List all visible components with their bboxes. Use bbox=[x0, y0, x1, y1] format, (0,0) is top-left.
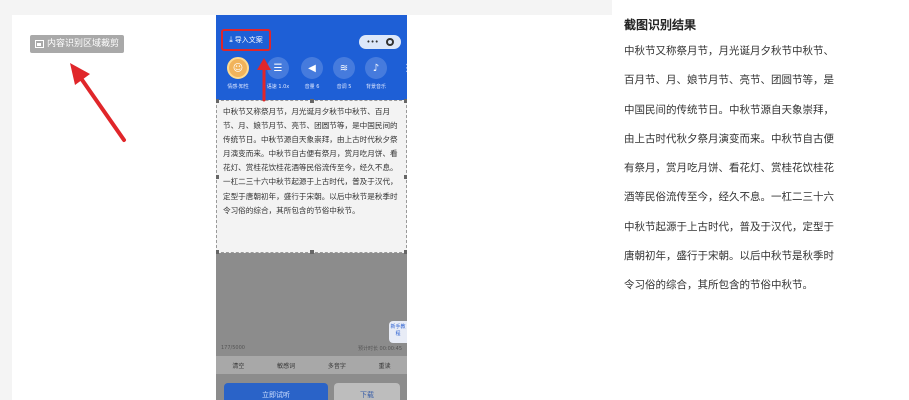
result-text: 中秋节又称祭月节，月光诞月夕秋节中秋节、百月节、月、娘节月节、亮节、团圆节等，是… bbox=[624, 45, 834, 292]
tool-label: 情感·知性 bbox=[227, 84, 249, 90]
tool-label: 语速 1.0x bbox=[266, 84, 290, 90]
resize-handle[interactable] bbox=[404, 99, 407, 103]
result-title: 截图识别结果 bbox=[624, 18, 697, 32]
download-button[interactable]: 下载 bbox=[334, 383, 400, 400]
selected-text: 中秋节又称祭月节，月光诞月夕秋节中秋节、百月节、月、娘节月节、亮节、团圆节等，是… bbox=[223, 107, 398, 215]
polyphone-button[interactable]: 多音字 bbox=[328, 361, 346, 370]
music-note-icon: ♪ bbox=[365, 57, 387, 79]
phone-screenshot: ⤓ 导入文案 ••• ☺ 情感·知性 ☰ 语速 1.0x ◀ 音量 6 ≋ 音调… bbox=[216, 15, 407, 400]
more-vertical-icon: ⋮ bbox=[402, 62, 407, 74]
miniapp-capsule[interactable]: ••• bbox=[359, 35, 401, 49]
resize-handle[interactable] bbox=[404, 175, 407, 179]
image-icon bbox=[35, 40, 44, 48]
sensitive-words-button[interactable]: 敏感词 bbox=[277, 361, 295, 370]
avatar-icon: ☺ bbox=[227, 57, 249, 79]
speaker-icon: ◀ bbox=[301, 57, 323, 79]
resize-handle[interactable] bbox=[216, 175, 219, 179]
crop-selection-box[interactable]: 中秋节又称祭月节，月光诞月夕秋节中秋节、百月节、月、娘节月节、亮节、团圆节等，是… bbox=[216, 99, 407, 254]
tool-more[interactable]: ⋮ bbox=[396, 57, 407, 79]
more-dots-icon: ••• bbox=[366, 38, 379, 46]
beginner-guide-tab[interactable]: 新手教程 bbox=[389, 321, 407, 343]
listen-now-button[interactable]: 立即试听 bbox=[224, 383, 328, 400]
import-text-button[interactable]: ⤓ 导入文案 bbox=[221, 29, 271, 51]
edit-actions: 清空 敏感词 多音字 重读 bbox=[216, 356, 407, 374]
tool-voice[interactable]: ☺ 情感·知性 bbox=[222, 57, 254, 90]
close-ring-icon bbox=[385, 38, 394, 46]
tool-label: 音调 5 bbox=[336, 84, 352, 90]
resize-handle[interactable] bbox=[310, 99, 314, 103]
char-counter: 177/5000 bbox=[221, 345, 245, 351]
download-icon: ⤓ bbox=[229, 35, 233, 44]
tool-speed[interactable]: ☰ 语速 1.0x bbox=[262, 57, 294, 90]
tool-pitch[interactable]: ≋ 音调 5 bbox=[328, 57, 360, 90]
estimated-duration: 预计时长 00:00:45 bbox=[357, 346, 402, 352]
waveform-icon: ≋ bbox=[333, 57, 355, 79]
resize-handle[interactable] bbox=[216, 250, 219, 254]
tool-label: 背景音乐 bbox=[365, 84, 386, 90]
reread-button[interactable]: 重读 bbox=[379, 361, 391, 370]
phone-toolbar: ⤓ 导入文案 ••• ☺ 情感·知性 ☰ 语速 1.0x ◀ 音量 6 ≋ 音调… bbox=[216, 15, 407, 101]
resize-handle[interactable] bbox=[404, 250, 407, 254]
crop-region-badge[interactable]: 内容识别区域裁剪 bbox=[30, 35, 125, 53]
tool-music[interactable]: ♪ 背景音乐 bbox=[360, 57, 392, 90]
resize-handle[interactable] bbox=[310, 250, 314, 254]
clear-button[interactable]: 清空 bbox=[232, 361, 244, 370]
tool-volume[interactable]: ◀ 音量 6 bbox=[296, 57, 328, 90]
resize-handle[interactable] bbox=[216, 99, 219, 103]
status-bar bbox=[216, 15, 407, 25]
tool-row: ☺ 情感·知性 ☰ 语速 1.0x ◀ 音量 6 ≋ 音调 5 ♪ 背景音乐 ⋮ bbox=[216, 57, 407, 101]
crop-region-label: 内容识别区域裁剪 bbox=[47, 39, 120, 49]
sliders-icon: ☰ bbox=[267, 57, 289, 79]
tool-label: 音量 6 bbox=[304, 84, 320, 90]
import-text-label: 导入文案 bbox=[234, 36, 263, 44]
